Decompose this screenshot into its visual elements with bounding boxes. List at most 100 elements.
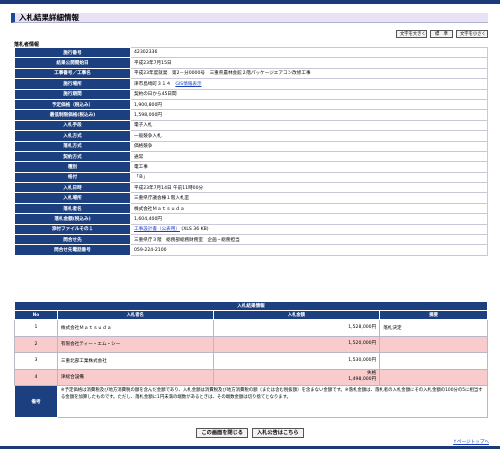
result-amount-cell: 1,530,000円 [212,352,381,370]
info-value-cell: 平成23年7月14日 午前11時00分 [130,182,488,194]
result-bidder-name: 株式会社Ｍａｔｓｕｄａ [56,319,214,337]
action-buttons: この画面を閉じる 入札公告はこちら [0,428,500,438]
col-header-remark: 摘要 [379,310,488,320]
info-value-cell: 一般競争入札 [130,130,488,142]
info-row: 結果公開開始日 平成23年7月15日 [14,57,488,69]
gis-link[interactable]: GIS情報表示 [175,82,201,87]
col-header-name: 入札者名 [56,310,214,320]
page-title: 入札結果詳細情報 [11,13,488,23]
result-amount-cell: 1,520,000円 [212,335,381,353]
info-row: 落札者名 株式会社Ｍａｔｓｕｄａ [14,202,488,215]
font-larger-button[interactable]: 文字を大きく [396,30,427,38]
info-row: 問合せ先 三重県庁３階 総務部総務財務室 企画・総務担当 [14,234,488,246]
info-row: 入札場所 三重県庁議会棟１階入札室 [14,192,488,204]
info-label: 落札金額(税込み) [14,213,131,225]
result-no: 1 [14,319,58,337]
info-row: 契約方式 通常 [14,150,488,163]
info-row: 入札日時 平成23年7月14日 午前11時00分 [14,182,488,194]
info-value-cell: 「Ｂ」 [130,171,488,184]
info-label: 入札方式 [14,130,131,142]
result-no: 2 [14,335,58,353]
info-value-cell: 三重県庁議会棟１階入札室 [130,192,488,204]
info-value-cell: 1,900,800円 [130,98,488,111]
info-value-cell: 1,604,400円 [130,213,488,225]
info-row: 施行場所 津市島崎町３１４ GIS情報表示 [14,78,488,90]
result-amount: 1,498,000円 [348,377,377,383]
info-value-cell: 通常 [130,150,488,163]
info-label: 工事番号／工事名 [14,67,131,80]
col-header-amount: 入札金額 [212,310,381,320]
info-label: 落札者名 [14,202,131,215]
result-row: 2 有限会社ティー・エム・シー 1,520,000円 [14,335,488,353]
info-row: 施行番号 42302336 [14,46,488,59]
result-amount-cell: 失格 1,498,000円 [212,368,381,386]
result-remark [379,368,488,386]
info-row: 添付ファイルその１ 工事設計書（公表用） (XLS 36 KB) [14,223,488,236]
top-bar [0,0,500,4]
result-row: 1 株式会社Ｍａｔｓｕｄａ 1,528,000円 落札決定 [14,319,488,337]
info-label: 最低制限価格(税込み) [14,109,131,121]
info-label: 結果公開開始日 [14,57,131,69]
result-bidder-name: 有限会社ティー・エム・シー [56,335,214,353]
info-row: 種別 電工事 [14,161,488,173]
info-row: 問合せ先電話番号 059-224-2100 [14,244,488,256]
info-value-cell: 1,598,000円 [130,109,488,121]
info-label: 契約方式 [14,150,131,163]
info-value-cell: 電工事 [130,161,488,173]
info-value-cell: 平成23年7月15日 [130,57,488,69]
info-row: 予定価格（税込み） 1,900,800円 [14,98,488,111]
result-bidder-name: 津総合設備 [56,368,214,386]
result-amount: 1,520,000円 [348,341,377,347]
result-amount: 1,528,000円 [348,324,377,330]
attachment-link[interactable]: 工事設計書（公表用） [134,227,180,232]
info-row: 格付 「Ｂ」 [14,171,488,184]
info-value-cell: 価格競争 [130,140,488,152]
info-value-cell: 059-224-2100 [130,244,488,256]
info-label: 種別 [14,161,131,173]
biko-label: 備考 [14,385,58,418]
info-row: 最低制限価格(税込み) 1,598,000円 [14,109,488,121]
info-row: 入札手段 電子入札 [14,119,488,132]
bid-notice-button[interactable]: 入札公告はこちら [252,428,304,438]
info-value: (XLS 36 KB) [181,227,209,233]
result-no: 3 [14,352,58,370]
results-table: 入札結果情報 No 入札者名 入札金額 摘要 1 株式会社Ｍａｔｓｕｄａ 1,528… [14,301,489,418]
info-label: 入札日時 [14,182,131,194]
biko-text: ※予定価格は消費税及び地方消費税の額を含んだ金額であり、入札金額は消費税及び地方… [56,385,489,418]
result-remark: 落札決定 [379,319,488,337]
info-value-cell: 電子入札 [130,119,488,132]
page-top-link[interactable]: ↑ページトップへ [453,439,489,445]
info-label: 問合せ先電話番号 [14,244,131,256]
info-label: 落札方式 [14,140,131,152]
info-value-cell: 42302336 [130,46,488,59]
result-no: 4 [14,368,58,386]
info-table: 施行番号 42302336 結果公開開始日 平成23年7月15日 工事番号／工事名 平成2… [14,46,488,256]
info-label: 入札手段 [14,119,131,132]
info-label: 施行期間 [14,88,131,100]
info-value-cell: 津市島崎町３１４ GIS情報表示 [130,78,488,90]
result-remark [379,352,488,370]
font-standard-button[interactable]: 標 準 [430,30,453,38]
result-amount-cell: 1,528,000円 [212,319,381,337]
info-label: 添付ファイルその１ [14,223,131,236]
info-row: 工事番号／工事名 平成23年度就発 第2－分0000号 三重県農林会館２階パッケー… [14,67,488,80]
close-window-button[interactable]: この画面を閉じる [196,428,248,438]
info-row: 施行期間 契約の日から45日間 [14,88,488,100]
result-row: 3 三重北部工業株式会社 1,530,000円 [14,352,488,370]
info-row: 入札方式 一般競争入札 [14,130,488,142]
info-label: 施行場所 [14,78,131,90]
info-value-cell: 平成23年度就発 第2－分0000号 三重県農林会館２階パッケージエアコン改修工… [130,67,488,80]
col-header-no: No [14,310,58,320]
info-label: 問合せ先 [14,234,131,246]
result-remark [379,335,488,353]
result-row: 4 津総合設備 失格 1,498,000円 [14,368,488,386]
result-bidder-name: 三重北部工業株式会社 [56,352,214,370]
info-value: 津市島崎町３１４ [134,81,171,87]
font-smaller-button[interactable]: 文字を小さく [456,30,488,38]
info-value-cell: 株式会社Ｍａｔｓｕｄａ [130,202,488,215]
font-size-controls: 文字を大きく 標 準 文字を小さく [396,30,488,38]
results-title: 入札結果情報 [14,301,488,311]
info-label: 格付 [14,171,131,184]
info-value-cell: 契約の日から45日間 [130,88,488,100]
info-row: 落札金額(税込み) 1,604,400円 [14,213,488,225]
